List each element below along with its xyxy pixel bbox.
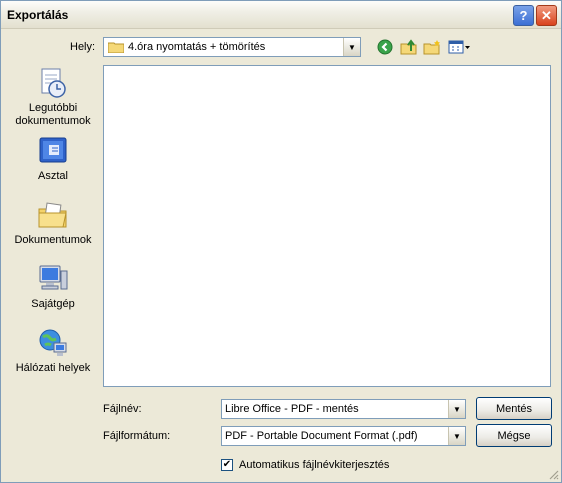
network-places-icon: [36, 327, 70, 359]
my-documents-icon: [36, 199, 70, 231]
places-bar: Legutóbbi dokumentumok Asztal Dokumentum…: [9, 63, 97, 383]
cancel-button[interactable]: Mégse: [476, 424, 552, 447]
up-folder-icon[interactable]: [399, 38, 419, 56]
new-folder-icon[interactable]: [422, 38, 442, 56]
chevron-down-icon[interactable]: ▼: [343, 38, 360, 56]
place-recent-documents[interactable]: Legutóbbi dokumentumok: [9, 67, 97, 128]
folder-icon: [107, 40, 125, 54]
back-icon[interactable]: [375, 38, 395, 56]
file-list[interactable]: [103, 65, 551, 387]
place-desktop[interactable]: Asztal: [9, 135, 97, 183]
window-title: Exportálás: [7, 8, 69, 22]
place-label: Sajátgép: [31, 298, 75, 310]
export-dialog: Exportálás ? ✕ Hely: 4.óra nyomtatás + t…: [0, 0, 562, 483]
place-label: Hálózati helyek: [15, 362, 91, 374]
format-value: PDF - Portable Document Format (.pdf): [225, 430, 418, 442]
chevron-down-icon[interactable]: ▼: [448, 427, 465, 445]
desktop-icon: [36, 135, 70, 167]
location-label: Hely:: [70, 41, 96, 53]
format-label: Fájlformátum:: [103, 430, 171, 442]
save-button[interactable]: Mentés: [476, 397, 552, 420]
location-dropdown[interactable]: 4.óra nyomtatás + tömörítés ▼: [103, 37, 361, 57]
resize-grip-icon[interactable]: [547, 468, 559, 480]
auto-extension-label: Automatikus fájlnévkiterjesztés: [239, 459, 390, 471]
close-button[interactable]: ✕: [536, 5, 557, 26]
format-dropdown[interactable]: PDF - Portable Document Format (.pdf) ▼: [221, 426, 466, 446]
filename-input[interactable]: Libre Office - PDF - mentés ▼: [221, 399, 466, 419]
place-label: Legutóbbi dokumentumok: [15, 102, 91, 127]
recent-documents-icon: [36, 67, 70, 99]
place-my-documents[interactable]: Dokumentumok: [9, 199, 97, 247]
place-network-places[interactable]: Hálózati helyek: [9, 327, 97, 375]
chevron-down-icon[interactable]: ▼: [448, 400, 465, 418]
filename-value[interactable]: Libre Office - PDF - mentés: [222, 403, 448, 415]
auto-extension-checkbox[interactable]: ✔: [221, 459, 233, 471]
place-label: Dokumentumok: [14, 234, 92, 246]
help-button[interactable]: ?: [513, 5, 534, 26]
title-bar[interactable]: Exportálás ? ✕: [1, 1, 561, 29]
my-computer-icon: [36, 263, 70, 295]
place-my-computer[interactable]: Sajátgép: [9, 263, 97, 311]
view-menu-icon[interactable]: [447, 38, 471, 56]
location-value: 4.óra nyomtatás + tömörítés: [128, 41, 266, 53]
place-label: Asztal: [38, 170, 68, 182]
checkmark-icon: ✔: [222, 459, 232, 470]
filename-label: Fájlnév:: [103, 403, 142, 415]
